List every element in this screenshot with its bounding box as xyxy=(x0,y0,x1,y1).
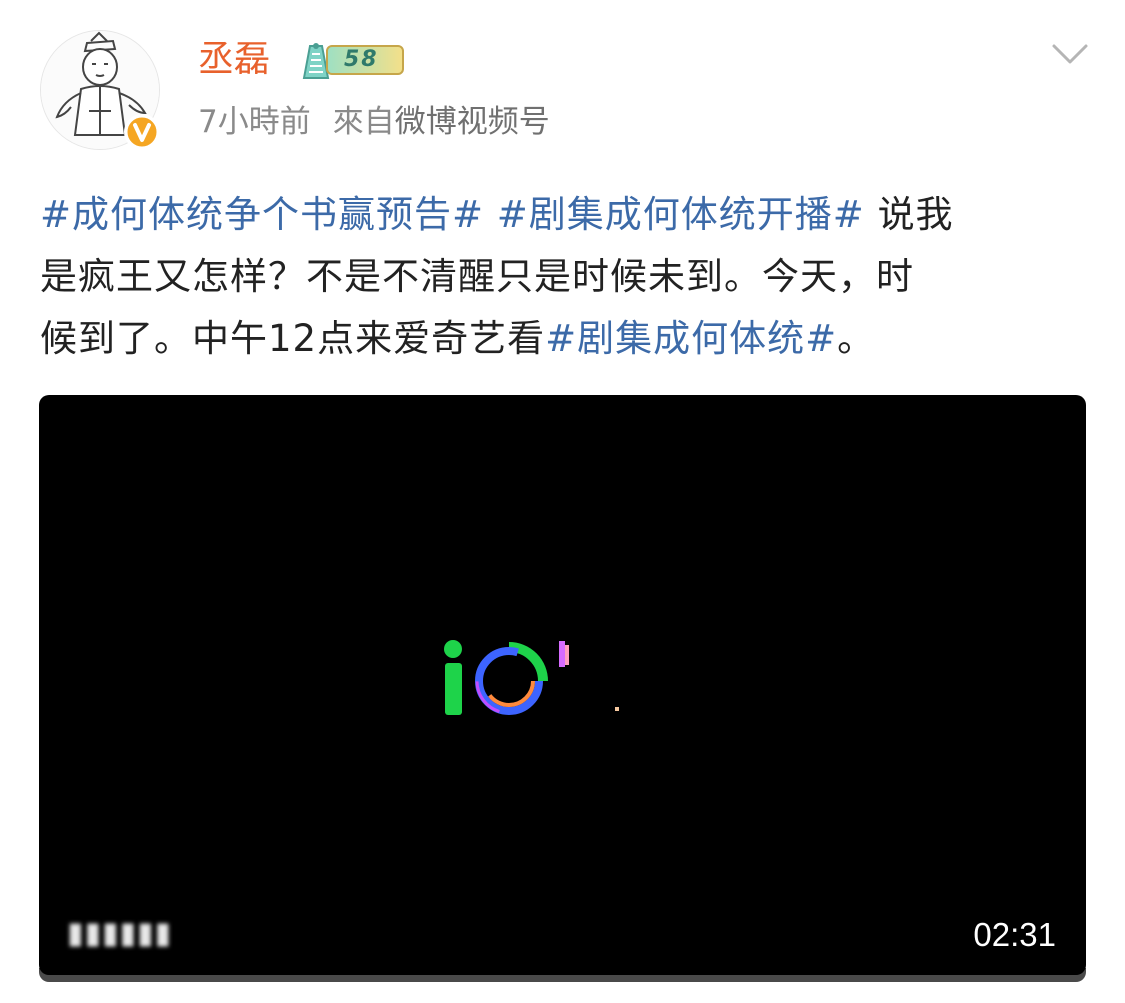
hashtag-link[interactable]: #剧集成何体统# xyxy=(545,317,837,360)
video-caption: ▮▮▮▮▮▮ xyxy=(67,916,173,951)
video-duration: 02:31 xyxy=(973,916,1056,953)
post-time: 7小時前 xyxy=(198,104,311,140)
video-player[interactable]: ▮▮▮▮▮▮ 02:31 xyxy=(39,395,1086,975)
post-text-line-1: #成何体统争个书赢预告# #剧集成何体统开播# 说我 xyxy=(40,184,1090,246)
post-header: 丞磊 58 7小時前 來自微博视频号 xyxy=(0,0,1125,170)
post-text-segment: 候到了。中午12点来爱奇艺看 xyxy=(40,317,546,360)
post-text-segment: 。 xyxy=(837,317,876,360)
post-text-segment: 说我 xyxy=(877,193,954,236)
post-text-line-2: 是疯王又怎样？不是不清醒只是时候未到。今天，时 xyxy=(40,255,914,298)
source-prefix: 來自 xyxy=(332,104,395,140)
hashtag-link[interactable]: #剧集成何体统开播# xyxy=(497,193,865,236)
chevron-down-icon[interactable] xyxy=(1050,42,1090,66)
level-number: 58 xyxy=(344,47,379,72)
hashtag-link[interactable]: #成何体统争个书赢预告# xyxy=(40,193,484,236)
iqiyi-logo-icon xyxy=(444,640,619,715)
post-meta: 7小時前 來自微博视频号 xyxy=(198,102,550,142)
username[interactable]: 丞磊 xyxy=(198,38,270,82)
post-text-line-3: 候到了。中午12点来爱奇艺看#剧集成何体统#。 xyxy=(40,308,1090,370)
level-badge[interactable]: 58 xyxy=(296,40,408,80)
post-text: #成何体统争个书赢预告# #剧集成何体统开播# 说我 是疯王又怎样？不是不清醒只… xyxy=(40,184,1090,370)
source-app[interactable]: 微博视频号 xyxy=(395,104,550,140)
verified-badge xyxy=(124,114,160,150)
verified-v-icon xyxy=(124,114,160,150)
